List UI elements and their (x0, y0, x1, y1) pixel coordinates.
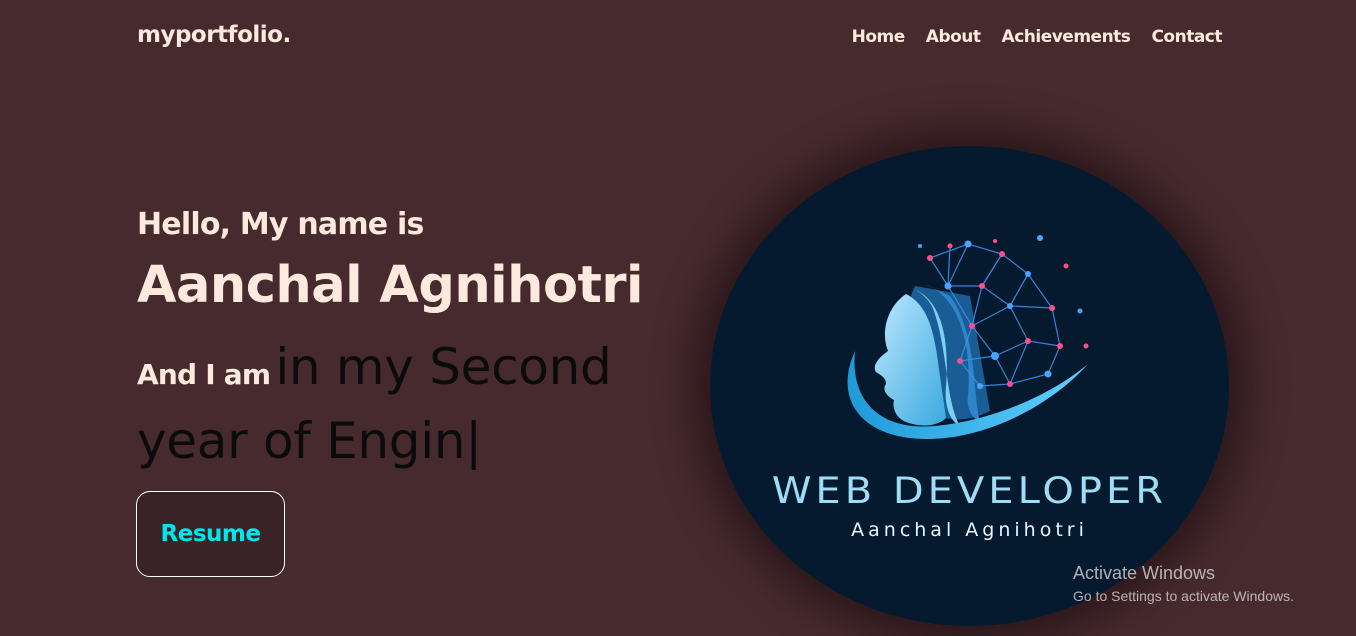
hero-name: Aanchal Agnihotri (137, 256, 644, 315)
head-network-icon (847, 235, 1089, 440)
nav-about[interactable]: About (926, 27, 981, 47)
nav-achievements[interactable]: Achievements (1002, 27, 1131, 47)
watermark-subtitle: Go to Settings to activate Windows. (1073, 588, 1294, 604)
hero-greeting: Hello, My name is (137, 207, 424, 242)
site-brand[interactable]: myportfolio. (137, 22, 291, 48)
hero-role-line2: year of Engin| (137, 412, 482, 470)
web-developer-logo: WEB DEVELOPER Aanchal Agnihotri (710, 146, 1229, 626)
main-nav: Home About Achievements Contact (852, 27, 1223, 47)
logo-title: WEB DEVELOPER (771, 469, 1168, 513)
activate-windows-watermark: Activate Windows Go to Settings to activ… (1073, 563, 1294, 604)
hero-role-prefix: And I am (137, 358, 271, 391)
hero-typed-text-2: year of Engin (137, 412, 466, 470)
resume-button[interactable]: Resume (136, 491, 285, 577)
portfolio-page: myportfolio. Home About Achievements Con… (0, 0, 1356, 636)
typing-cursor: | (465, 412, 483, 470)
logo-subtitle: Aanchal Agnihotri (851, 519, 1088, 541)
nav-home[interactable]: Home (852, 27, 906, 47)
nav-contact[interactable]: Contact (1151, 27, 1222, 47)
hero-role-line1: And I am in my Second (137, 338, 612, 396)
watermark-title: Activate Windows (1073, 563, 1216, 583)
hero-typed-text-1: in my Second (275, 338, 612, 396)
